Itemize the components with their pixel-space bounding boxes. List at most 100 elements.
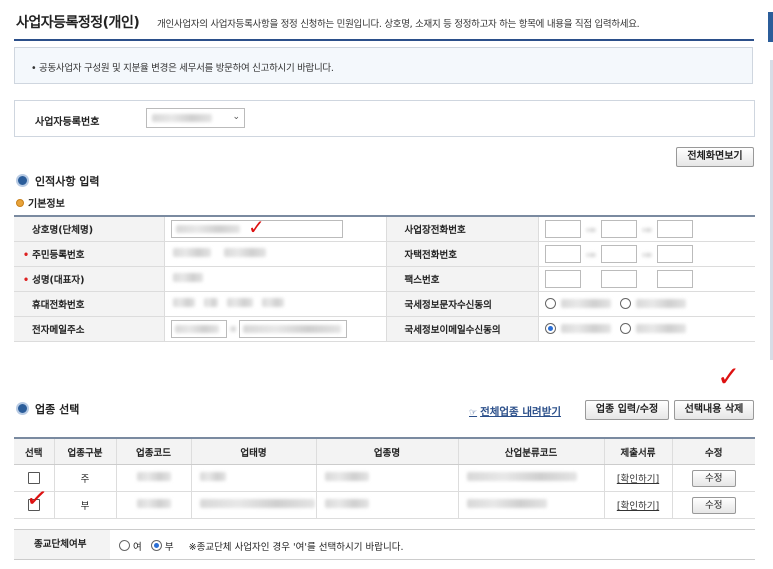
redacted-value — [175, 225, 240, 233]
redacted-value — [172, 248, 211, 257]
trade-name-cell — [164, 216, 386, 242]
side-tab[interactable] — [768, 12, 773, 42]
biz-phone-1[interactable] — [544, 220, 581, 238]
label-text: 국세정보이메일수신동의 — [404, 325, 501, 336]
section-bullet-icon — [16, 174, 29, 187]
info-row: • 성명(대표자) 팩스번호 — [14, 266, 755, 292]
info-label: 전자메일주소 — [14, 316, 165, 342]
info-label: 국세정보문자수신동의 — [385, 291, 539, 317]
sms-consent-radio[interactable] — [619, 297, 631, 309]
personal-section-label: 인적사항 입력 — [35, 175, 100, 188]
documents-cell: [확인하기] — [604, 464, 673, 492]
personal-section-title: 인적사항 입력 — [16, 173, 100, 189]
redacted-value — [324, 472, 369, 481]
redacted-value — [229, 325, 236, 332]
email-domain-input[interactable] — [238, 320, 347, 338]
bizno-value-redacted — [152, 114, 212, 122]
email-consent-radio[interactable] — [544, 322, 556, 334]
bizno-select[interactable]: ⌄ — [146, 108, 245, 128]
business-type-cell — [191, 464, 317, 492]
redacted-value — [199, 472, 226, 481]
download-icon: ☞ — [469, 408, 478, 418]
redacted-value — [324, 499, 369, 508]
industry-code-cell — [116, 464, 192, 492]
redacted-value — [242, 325, 341, 333]
bizno-label: 사업자등록번호 — [35, 117, 100, 128]
page: 사업자등록정정(개인) 개인사업자의 사업자등록사항을 정정 신청하는 민원입니… — [0, 0, 773, 569]
email-consent-radio[interactable] — [619, 322, 631, 334]
industry-code-cell — [116, 491, 192, 519]
confirm-link[interactable]: [확인하기] — [617, 501, 659, 512]
basic-info-title: 기본정보 — [16, 195, 65, 210]
edit-button[interactable]: 수정 — [691, 469, 736, 487]
home-phone-cell — [538, 241, 755, 267]
email-id-input[interactable] — [170, 320, 227, 338]
classification-code-cell — [458, 464, 605, 492]
industry-name-cell — [316, 491, 459, 519]
industry-section-label: 업종 선택 — [35, 403, 80, 416]
confirm-link[interactable]: [확인하기] — [617, 474, 659, 485]
edit-button[interactable]: 수정 — [691, 496, 736, 514]
religion-yes-label: 여 — [133, 542, 142, 553]
required-mark: • — [23, 275, 30, 286]
industry-header-row: 선택 업종구분 업종코드 업태명 업종명 산업분류코드 제출서류 수정 — [14, 438, 755, 465]
religion-yes-radio[interactable] — [119, 540, 130, 551]
info-label: 휴대전화번호 — [14, 291, 165, 317]
redacted-value — [635, 298, 686, 308]
redacted-value — [199, 499, 315, 508]
personal-info-table: 상호명(단체명) 사업장전화번호 • 주민등록번호 자택전화번호 • 성명(대표… — [14, 215, 755, 342]
info-row: 전자메일주소 국세정보이메일수신동의 — [14, 316, 755, 342]
religion-no-radio[interactable] — [150, 540, 162, 551]
biz-phone-cell — [538, 216, 755, 242]
delete-selected-button[interactable]: 선택내용 삭제 — [674, 400, 754, 420]
redacted-value — [223, 248, 266, 257]
redacted-value — [466, 472, 577, 481]
col-header: 제출서류 — [604, 438, 673, 465]
mobile-cell — [164, 291, 386, 317]
name-cell — [164, 266, 386, 292]
redacted-value — [226, 298, 253, 307]
fax-1[interactable] — [544, 270, 581, 288]
download-all-label: 전체업종 내려받기 — [480, 406, 562, 418]
download-all-industries-link[interactable]: ☞ 전체업종 내려받기 — [469, 404, 561, 419]
home-phone-3[interactable] — [656, 245, 693, 263]
redacted-value — [585, 252, 596, 257]
religion-options: 여 부 ※종교단체 사업자인 경우 '여'를 선택하시기 바랍니다. — [119, 539, 403, 553]
red-check-annotation-icon: ✓ — [717, 360, 741, 393]
info-row: 상호명(단체명) 사업장전화번호 — [14, 216, 755, 242]
bizno-panel: 사업자등록번호 ⌄ — [14, 100, 755, 137]
classification-code-cell — [458, 491, 605, 519]
industry-type-cell: 주 — [54, 464, 117, 492]
industry-table: 선택 업종구분 업종코드 업태명 업종명 산업분류코드 제출서류 수정 주 [확… — [14, 437, 755, 519]
fax-3[interactable] — [656, 270, 693, 288]
home-phone-1[interactable] — [544, 245, 581, 263]
label-text: 성명(대표자) — [32, 275, 85, 286]
label-text: 사업장전화번호 — [404, 225, 466, 236]
business-type-cell — [191, 491, 317, 519]
home-phone-2[interactable] — [600, 245, 637, 263]
title-divider — [14, 39, 754, 41]
redacted-value — [172, 273, 203, 282]
red-check-annotation-icon: ✓ — [248, 215, 265, 239]
basic-info-label: 기본정보 — [28, 199, 65, 210]
religion-row: 종교단체여부 여 부 ※종교단체 사업자인 경우 '여'를 선택하시기 바랍니다… — [14, 529, 755, 560]
col-header: 수정 — [672, 438, 755, 465]
label-text: 주민등록번호 — [32, 250, 85, 261]
label-text: 팩스번호 — [404, 275, 440, 286]
fullscreen-button[interactable]: 전체화면보기 — [676, 147, 754, 167]
biz-phone-2[interactable] — [600, 220, 637, 238]
info-label: 자택전화번호 — [385, 241, 539, 267]
red-check-annotation-icon: ✓ — [24, 482, 50, 516]
col-header: 업태명 — [191, 438, 317, 465]
industry-type-cell: 부 — [54, 491, 117, 519]
industry-input-button[interactable]: 업종 입력/수정 — [585, 400, 669, 420]
religion-no-label: 부 — [164, 542, 174, 553]
fax-2[interactable] — [600, 270, 637, 288]
fax-cell — [538, 266, 755, 292]
col-header: 산업분류코드 — [458, 438, 605, 465]
sms-consent-cell — [538, 291, 755, 317]
biz-phone-3[interactable] — [656, 220, 693, 238]
sms-consent-radio[interactable] — [544, 297, 556, 309]
info-label: 사업장전화번호 — [385, 216, 539, 242]
redacted-value — [641, 252, 652, 257]
